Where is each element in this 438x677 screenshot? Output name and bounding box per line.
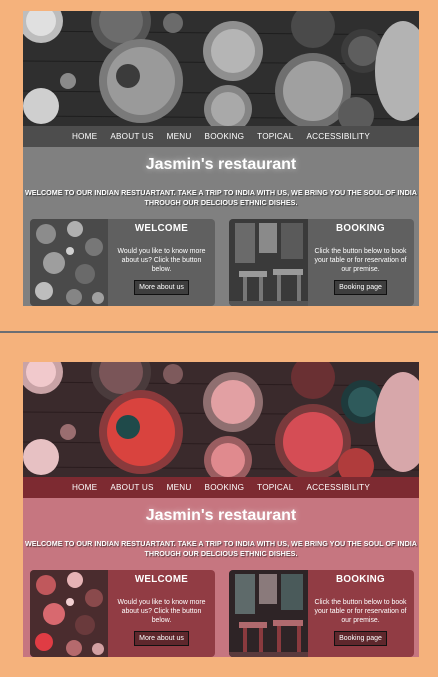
main-nav: HOME ABOUT US MENU BOOKING TOPICAL ACCES… xyxy=(23,477,419,498)
page-body: Jasmin's restaurant WELCOME TO OUR INDIA… xyxy=(23,147,419,306)
welcome-card-title: WELCOME xyxy=(134,574,189,585)
booking-card-content: BOOKING Click the button below to book y… xyxy=(307,570,414,657)
nav-accessibility-link[interactable]: ACCESSIBILITY xyxy=(306,483,370,492)
intro-text: WELCOME TO OUR INDIAN RESTUARTANT. TAKE … xyxy=(25,188,417,207)
main-nav: HOME ABOUT US MENU BOOKING TOPICAL ACCES… xyxy=(23,126,419,147)
restaurant-interior-photo xyxy=(229,219,308,306)
page-title: Jasmin's restaurant xyxy=(145,156,297,173)
nav-topical-link[interactable]: TOPICAL xyxy=(257,132,293,141)
spices-photo xyxy=(30,570,108,657)
more-about-us-button[interactable]: More about us xyxy=(134,280,189,295)
spices-photo xyxy=(30,219,108,306)
nav-booking-link[interactable]: BOOKING xyxy=(205,483,245,492)
page-title: Jasmin's restaurant xyxy=(145,507,297,524)
nav-about-link[interactable]: ABOUT US xyxy=(110,132,153,141)
nav-topical-link[interactable]: TOPICAL xyxy=(257,483,293,492)
more-about-us-button[interactable]: More about us xyxy=(134,631,189,646)
welcome-card: WELCOME Would you like to know more abou… xyxy=(30,570,215,657)
screenshot-divider xyxy=(0,331,438,333)
nav-menu-link[interactable]: MENU xyxy=(167,132,192,141)
booking-page-button[interactable]: Booking page xyxy=(334,631,387,646)
welcome-card-content: WELCOME Would you like to know more abou… xyxy=(108,570,215,657)
welcome-card-text: Would you like to know more about us? Cl… xyxy=(117,599,206,624)
booking-card-text: Click the button below to book your tabl… xyxy=(314,248,407,273)
intro-text: WELCOME TO OUR INDIAN RESTUARTANT. TAKE … xyxy=(25,539,417,558)
nav-accessibility-link[interactable]: ACCESSIBILITY xyxy=(306,132,370,141)
booking-card-title: BOOKING xyxy=(336,574,385,585)
booking-card: BOOKING Click the button below to book y… xyxy=(229,570,414,657)
booking-card-text: Click the button below to book your tabl… xyxy=(314,599,407,624)
grayscale-site-preview: HOME ABOUT US MENU BOOKING TOPICAL ACCES… xyxy=(23,11,419,306)
nav-home-link[interactable]: HOME xyxy=(72,132,97,141)
page-body: Jasmin's restaurant WELCOME TO OUR INDIA… xyxy=(23,498,419,657)
hero-food-image xyxy=(23,11,419,126)
welcome-card-title: WELCOME xyxy=(134,223,189,234)
nav-booking-link[interactable]: BOOKING xyxy=(205,132,245,141)
restaurant-interior-photo xyxy=(229,570,308,657)
welcome-card-text: Would you like to know more about us? Cl… xyxy=(117,248,206,273)
booking-card-content: BOOKING Click the button below to book y… xyxy=(307,219,414,306)
booking-card-title: BOOKING xyxy=(336,223,385,234)
hero-food-image xyxy=(23,362,419,477)
booking-page-button[interactable]: Booking page xyxy=(334,280,387,295)
booking-card: BOOKING Click the button below to book y… xyxy=(229,219,414,306)
nav-home-link[interactable]: HOME xyxy=(72,483,97,492)
nav-about-link[interactable]: ABOUT US xyxy=(110,483,153,492)
nav-menu-link[interactable]: MENU xyxy=(167,483,192,492)
welcome-card: WELCOME Would you like to know more abou… xyxy=(30,219,215,306)
tinted-site-preview: HOME ABOUT US MENU BOOKING TOPICAL ACCES… xyxy=(23,362,419,657)
welcome-card-content: WELCOME Would you like to know more abou… xyxy=(108,219,215,306)
